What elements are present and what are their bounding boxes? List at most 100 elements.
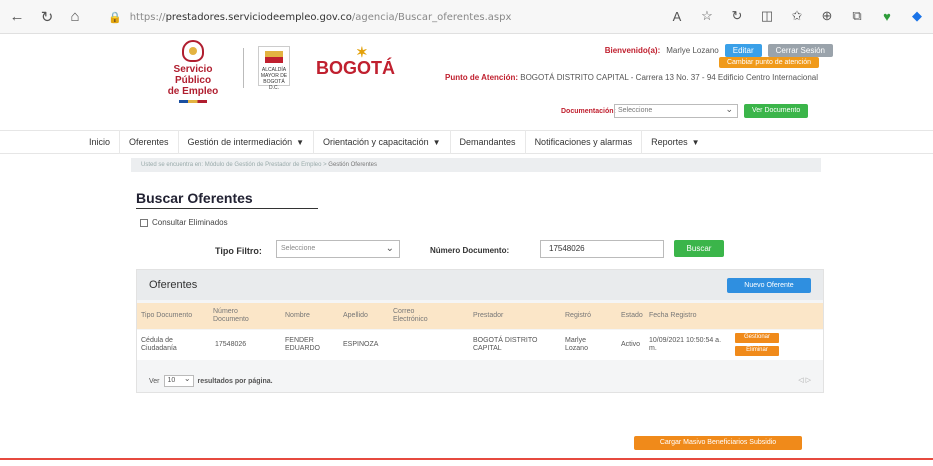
favorites-icon[interactable]: ✩ (787, 6, 807, 26)
delete-button[interactable]: Eliminar (735, 346, 779, 356)
documentation-select[interactable]: Seleccione (614, 103, 738, 118)
home-icon[interactable]: ⌂ (64, 6, 86, 28)
cell-estado: Activo (621, 341, 641, 348)
col-apellido[interactable]: Apellido (343, 312, 368, 320)
nav-item-orientacion[interactable]: Orientación y capacitación ▼ (314, 130, 451, 154)
new-oferente-button[interactable]: Nuevo Oferente (727, 278, 811, 293)
url-prefix: https:// (129, 11, 166, 23)
service-point-value: BOGOTÁ DISTRITO CAPITAL - Carrera 13 No.… (520, 73, 818, 82)
col-correo[interactable]: Correo Electrónico (393, 308, 439, 324)
nav-label: Gestión de intermediación (187, 137, 293, 147)
filter-type-label: Tipo Filtro: (215, 246, 262, 256)
bulk-upload-button[interactable]: Cargar Masivo Beneficiarios Subsidio (634, 436, 802, 450)
results-panel: Oferentes Nuevo Oferente Tipo Documento … (136, 269, 824, 393)
nav-label: Orientación y capacitación (323, 137, 429, 147)
spe-logo-line1: Servicio Público (173, 64, 213, 86)
copilot-icon[interactable]: ◆ (907, 6, 927, 26)
back-icon[interactable]: ← (6, 6, 28, 28)
caret-down-icon: ▼ (691, 138, 700, 147)
page-size-select[interactable]: 10 (163, 374, 194, 387)
cell-nombre: FENDER EDUARDO (285, 337, 321, 352)
split-screen-icon[interactable]: ◫ (757, 6, 777, 26)
table-footer: Ver 10 resultados por página. ◁ ▷ (137, 370, 823, 392)
col-estado[interactable]: Estado (621, 312, 643, 320)
filter-type-select[interactable]: Seleccione (276, 240, 400, 258)
nav-item-oferentes[interactable]: Oferentes (120, 130, 179, 154)
flag-bar (179, 100, 207, 103)
nav-item-notificaciones[interactable]: Notificaciones y alarmas (526, 130, 643, 154)
pager[interactable]: ◁ ▷ (798, 376, 811, 384)
col-nombre[interactable]: Nombre (285, 312, 310, 320)
page-title: Buscar Oferentes (136, 190, 253, 206)
user-name: Marlye Lozano (666, 46, 719, 55)
nav-label: Oferentes (129, 137, 169, 147)
edit-profile-button[interactable]: Editar (724, 44, 762, 57)
url-host: prestadores.serviciodeempleo.gov.co (165, 11, 352, 23)
deleted-checkbox-label: Consultar Eliminados (152, 218, 228, 227)
star-burst-icon: ✶ (356, 44, 368, 60)
col-tipo[interactable]: Tipo Documento (141, 312, 192, 320)
manage-button[interactable]: Gestionar (735, 333, 779, 343)
service-point: Punto de Atención: BOGOTÁ DISTRITO CAPIT… (258, 72, 818, 83)
url-path: /agencia/Buscar_oferentes.aspx (351, 11, 512, 23)
cell-fecha: 10/09/2021 10:50:54 a. m. (649, 337, 722, 352)
col-fecha[interactable]: Fecha Registro (649, 312, 696, 320)
breadcrumb-current: Gestión Oferentes (328, 162, 377, 168)
results-header: Oferentes Nuevo Oferente (137, 270, 823, 300)
col-numero[interactable]: Número Documento (213, 308, 261, 324)
logout-button[interactable]: Cerrar Sesión (767, 44, 833, 57)
read-aloud-icon[interactable]: A (667, 6, 687, 26)
cell-prestador: BOGOTÁ DISTRITO CAPITAL (473, 337, 538, 352)
nav-item-gestion[interactable]: Gestión de intermediación ▼ (179, 130, 315, 154)
cell-numero: 17548026 (215, 341, 247, 348)
browser-essentials-icon[interactable]: ♥ (877, 6, 897, 26)
address-bar[interactable]: 🔒 https://prestadores.serviciodeempleo.g… (108, 6, 668, 28)
deleted-checkbox[interactable] (140, 218, 148, 227)
browser-toolbar: ← ↻ ⌂ 🔒 https://prestadores.serviciodeem… (0, 0, 933, 34)
breadcrumb-prefix: Usted se encuentra en: (141, 162, 204, 168)
service-point-label: Punto de Atención: (444, 73, 519, 82)
col-prestador[interactable]: Prestador (473, 312, 503, 320)
spe-logo-line2: de Empleo (167, 86, 219, 97)
breadcrumb-path[interactable]: Módulo de Gestión de Prestador de Empleo… (205, 162, 329, 168)
nav-label: Reportes (651, 137, 688, 147)
main-nav: Inicio Oferentes Gestión de intermediaci… (0, 130, 933, 154)
title-underline (136, 208, 318, 209)
refresh-page-icon[interactable]: ↻ (727, 6, 747, 26)
caret-down-icon: ▼ (432, 138, 441, 147)
logo-divider (243, 48, 244, 88)
change-point-button[interactable]: Cambiar punto de atención (718, 57, 819, 68)
view-document-button[interactable]: Ver Documento (744, 104, 809, 118)
col-registro[interactable]: Registró (565, 312, 591, 320)
nav-label: Inicio (89, 137, 111, 147)
nav-item-demandantes[interactable]: Demandantes (451, 130, 526, 154)
page-size-suffix: resultados por página. (197, 377, 273, 385)
documentation-label: Documentación: (561, 108, 616, 115)
doc-number-input[interactable]: 17548026 (540, 240, 664, 258)
search-button[interactable]: Buscar (674, 240, 724, 257)
collections-icon[interactable]: ⊕ (817, 6, 837, 26)
nav-item-inicio[interactable]: Inicio (80, 130, 121, 154)
lock-icon: 🔒 (108, 10, 122, 24)
favorite-star-icon[interactable]: ☆ (697, 6, 717, 26)
cell-apellido: ESPINOZA (343, 341, 379, 348)
cell-registro: Marlye Lozano (565, 337, 588, 352)
doc-number-label: Número Documento: (430, 246, 510, 255)
results-title: Oferentes (149, 279, 198, 291)
nav-label: Notificaciones y alarmas (534, 137, 633, 147)
welcome-label: Bienvenido(a): (604, 46, 661, 55)
table-row: Cédula de Ciudadanía 17548026 FENDER EDU… (137, 330, 823, 360)
cell-tipo: Cédula de Ciudadanía (141, 337, 177, 352)
extensions-icon[interactable]: ⧉ (847, 6, 867, 26)
crest-icon (182, 40, 204, 62)
table-header: Tipo Documento Número Documento Nombre A… (137, 303, 823, 329)
caret-down-icon: ▼ (296, 138, 305, 147)
spe-logo[interactable]: Servicio Público de Empleo (158, 40, 228, 103)
footer-divider (0, 458, 933, 460)
deleted-checkbox-row[interactable]: Consultar Eliminados (140, 218, 228, 227)
nav-item-reportes[interactable]: Reportes ▼ (642, 130, 708, 154)
nav-label: Demandantes (459, 137, 516, 147)
refresh-icon[interactable]: ↻ (36, 6, 58, 28)
breadcrumb: Usted se encuentra en: Módulo de Gestión… (131, 158, 821, 172)
bogota-flag-icon (265, 51, 283, 63)
